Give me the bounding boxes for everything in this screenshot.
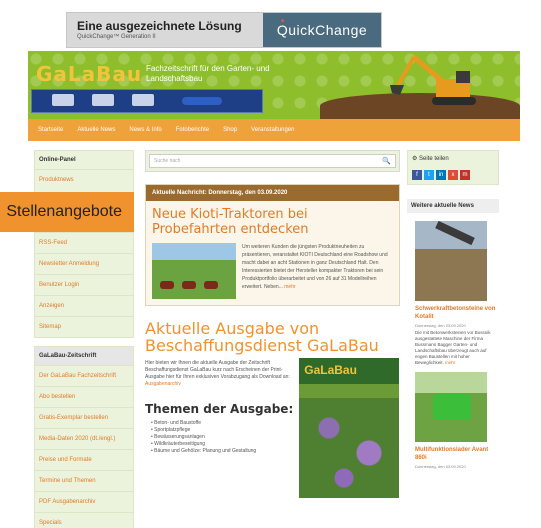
news-text: Um weiteren Kunden die jüngsten Produktn… [242, 243, 393, 299]
page: Eine ausgezeichnete Lösung QuickChange™ … [0, 0, 541, 528]
site-header: GaLaBau Fachzeitschrift für den Garten- … [28, 51, 520, 119]
online-panel: Online-Panel Produktnews RSS-Feed Newsle… [34, 150, 134, 338]
sidebar-item-termine[interactable]: Termine und Themen [35, 470, 133, 491]
magazine-cover[interactable]: GaLaBau [299, 358, 400, 498]
nav-item-info[interactable]: News & Info [129, 127, 161, 133]
nav-item-events[interactable]: Veranstaltungen [251, 127, 294, 133]
excavator-news-image[interactable] [415, 220, 487, 301]
search-input[interactable]: Suche nach 🔍 [149, 154, 396, 168]
news-more-link[interactable]: mehr [284, 284, 295, 290]
ad-title: Eine ausgezeichnete Lösung [77, 18, 242, 33]
job-offers-label: Stellenangebote [6, 203, 122, 220]
main-nav: Startseite Aktuelle News News & Info Fot… [28, 119, 520, 141]
main-content: Suche nach 🔍 Aktuelle Nachricht: Donners… [145, 150, 400, 498]
news-item-more-link[interactable]: mehr [445, 360, 455, 365]
top-ad-banner[interactable]: Eine ausgezeichnete Lösung QuickChange™ … [66, 12, 382, 48]
sidebar-item-produktnews[interactable]: Produktnews [35, 169, 133, 190]
theme-item: • Sportplatzpflege [151, 427, 191, 433]
tractor-image[interactable] [152, 243, 236, 299]
news-box: Aktuelle Nachricht: Donnerstag, den 03.0… [145, 184, 400, 306]
loader-news-image[interactable] [415, 372, 487, 442]
issue-text: Hier bieten wir Ihnen die aktuelle Ausga… [145, 360, 291, 388]
themes-title: Themen der Ausgabe: [145, 402, 294, 416]
sidebar-item-specials[interactable]: Specials [35, 512, 133, 528]
machine-icon [52, 94, 74, 106]
machine-icon [92, 94, 114, 106]
news-item-date: Donnerstag, den 03.09.2020 [415, 323, 466, 328]
site-tagline: Fachzeitschrift für den Garten- und Land… [146, 64, 270, 83]
share-box: ⚙ Seite teilen f t in x m [407, 150, 499, 185]
issue-left: Hier bieten wir Ihnen die aktuelle Ausga… [145, 360, 293, 498]
theme-item: • Bewässerungsanlagen [151, 434, 205, 440]
news-text-body: Um weiteren Kunden die jüngsten Produktn… [242, 244, 388, 290]
sidebar-item-abo[interactable]: Abo bestellen [35, 386, 133, 407]
ad-text: Eine ausgezeichnete Lösung QuickChange™ … [67, 18, 263, 41]
sidebar-item-preise[interactable]: Preise und Formate [35, 449, 133, 470]
linkedin-icon[interactable]: in [436, 170, 446, 180]
xing-icon[interactable]: x [448, 170, 458, 180]
sidebar-item-magazine[interactable]: Der GaLaBau Fachzeitschrift [35, 365, 133, 386]
search-box: Suche nach 🔍 [145, 150, 400, 172]
job-offers-overlay[interactable]: Stellenangebote [0, 192, 134, 232]
sidebar-item-archiv[interactable]: PDF Ausgabenarchiv [35, 491, 133, 512]
ad-brand: QuickChange [276, 22, 368, 38]
sidebar-item-newsletter[interactable]: Newsletter Anmeldung [35, 253, 133, 274]
news-title[interactable]: Neue Kioti-Traktoren bei Probefahrten en… [146, 201, 399, 241]
sidebar-item-rss[interactable]: RSS-Feed [35, 232, 133, 253]
sidebar-item-sitemap[interactable]: Sitemap [35, 316, 133, 337]
news-item-text: Die mit Betonwerksteinen vor Bossnik aus… [415, 330, 491, 365]
tractor-icon [204, 281, 218, 289]
site-logo[interactable]: GaLaBau [36, 62, 142, 86]
theme-item: • Beton- und Baustoffe [151, 420, 202, 426]
news-item-title[interactable]: Schwerkraftbetonsteine von Kotalit [407, 305, 499, 321]
more-news-heading: Weitere aktuelle News [407, 199, 499, 213]
share-icons: f t in x m [412, 170, 494, 180]
cover-masthead: GaLaBau [299, 358, 400, 384]
themes-list: • Beton- und Baustoffe • Sportplatzpfleg… [145, 420, 293, 455]
share-label: ⚙ Seite teilen [412, 156, 449, 162]
issue-text-body: Hier bieten wir Ihnen die aktuelle Ausga… [145, 360, 290, 380]
tractor-icon [182, 281, 196, 289]
nav-item-photos[interactable]: Fotoberichte [176, 127, 209, 133]
news-item-title[interactable]: Multifunktionslader Avant 860i [407, 446, 499, 462]
news-item-date: Donnerstag, den 03.09.2020 [415, 464, 466, 469]
twitter-icon[interactable]: t [424, 170, 434, 180]
search-icon[interactable]: 🔍 [382, 157, 391, 165]
theme-item: • Wildkräuterbeseitigung [151, 441, 205, 447]
ad-brand-mark: ■ [281, 18, 285, 24]
cover-title: GaLaBau [304, 363, 357, 377]
theme-item: • Bäume und Gehölze: Planung und Gestalt… [151, 448, 257, 454]
nav-item-start[interactable]: Startseite [38, 127, 63, 133]
issue-title[interactable]: Aktuelle Ausgabe von Beschaffungsdienst … [145, 320, 400, 354]
sidebar-item-anzeigen[interactable]: Anzeigen [35, 295, 133, 316]
ad-brand-panel: ■ QuickChange [263, 13, 381, 47]
issue-archive-link[interactable]: Ausgabenarchiv [145, 381, 181, 387]
excavator-arm-icon [435, 220, 475, 246]
machine-icon [132, 94, 154, 106]
ad-subtitle: QuickChange™ Generation II [77, 33, 156, 40]
excavator-icon [390, 55, 476, 105]
panel-title: GaLaBau-Zeitschrift [35, 347, 133, 365]
search-placeholder: Suche nach [154, 158, 181, 164]
right-sidebar: ⚙ Seite teilen f t in x m Weitere aktuel… [407, 150, 499, 469]
cover-flower-image [299, 398, 400, 498]
sidebar-item-gratis[interactable]: Gratis-Exemplar bestellen [35, 407, 133, 428]
nav-item-shop[interactable]: Shop [223, 127, 237, 133]
news-header: Aktuelle Nachricht: Donnerstag, den 03.0… [146, 185, 399, 201]
sidebar-item-mediadaten[interactable]: Media-Daten 2020 (dt./engl.) [35, 428, 133, 449]
facebook-icon[interactable]: f [412, 170, 422, 180]
sidebar-item-login[interactable]: Benutzer Login [35, 274, 133, 295]
mail-icon[interactable]: m [460, 170, 470, 180]
tractor-icon [160, 281, 174, 289]
news-body: Um weiteren Kunden die jüngsten Produktn… [146, 241, 399, 305]
issue-row: Hier bieten wir Ihnen die aktuelle Ausga… [145, 358, 400, 498]
magazine-panel: GaLaBau-Zeitschrift Der GaLaBau Fachzeit… [34, 346, 134, 528]
nav-item-news[interactable]: Aktuelle News [77, 127, 115, 133]
loader-machine-icon [433, 394, 471, 420]
brand-logo-icon [182, 97, 222, 105]
panel-title: Online-Panel [39, 157, 76, 163]
header-ad-strip[interactable] [31, 89, 263, 113]
